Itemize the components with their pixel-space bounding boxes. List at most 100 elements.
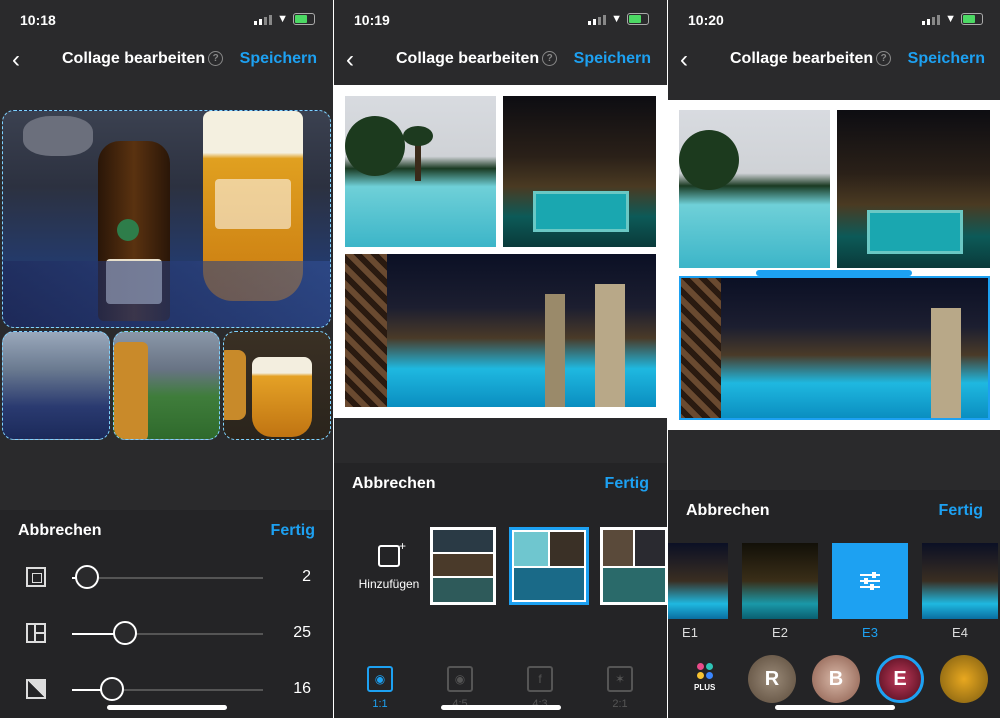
corner-value: 16 bbox=[293, 680, 311, 697]
nav-bar: ‹ Collage bearbeiten? Speichern bbox=[668, 40, 1000, 84]
layout-border-icon bbox=[26, 567, 46, 587]
collage-photo-pool-night[interactable] bbox=[837, 110, 990, 268]
back-chevron-icon[interactable]: ‹ bbox=[12, 46, 20, 74]
layout-spacing-icon bbox=[26, 623, 46, 643]
filter-label-e4: E4 bbox=[952, 625, 968, 640]
preset-b[interactable]: B bbox=[812, 655, 860, 703]
filter-strip: E1 E2 E3 E4 bbox=[668, 543, 1000, 643]
status-time: 10:18 bbox=[20, 12, 56, 28]
spacing-slider-track[interactable] bbox=[72, 621, 263, 645]
action-bar: Abbrechen Fertig bbox=[334, 463, 667, 503]
border-slider-knob[interactable] bbox=[75, 565, 100, 589]
collage-photo-pitch[interactable] bbox=[113, 331, 220, 440]
page-title: Collage bearbeiten? bbox=[62, 50, 224, 68]
layout-thumbnail[interactable] bbox=[600, 527, 667, 605]
tab-1-1[interactable]: ◉ 1:1 bbox=[350, 650, 410, 710]
corner-radius-icon bbox=[26, 679, 46, 699]
battery-icon bbox=[961, 13, 983, 25]
filter-thumb-e1[interactable] bbox=[668, 543, 728, 619]
wifi-icon: ▼ bbox=[945, 13, 956, 25]
filter-thumb-e3-selected[interactable] bbox=[832, 543, 908, 619]
spacing-value: 25 bbox=[293, 624, 311, 641]
add-layout-button[interactable]: + Hinzufügen bbox=[344, 539, 434, 593]
screen-collage-filters: 10:20 ▼ ‹ Collage bearbeiten? Speichern … bbox=[668, 0, 1000, 718]
back-chevron-icon[interactable]: ‹ bbox=[346, 46, 354, 74]
tab-4-3[interactable]: f 4:3 bbox=[510, 650, 570, 710]
nav-bar: ‹ Collage bearbeiten? Speichern bbox=[0, 40, 333, 84]
collage-photo-pool-day[interactable] bbox=[679, 110, 830, 268]
collage-canvas bbox=[668, 100, 1000, 430]
signal-icon bbox=[588, 15, 607, 25]
status-time: 10:19 bbox=[354, 12, 390, 28]
layout-strip: + Hinzufügen bbox=[334, 500, 667, 640]
layout-thumbnail[interactable] bbox=[430, 527, 496, 605]
collage-photo-pool-day[interactable] bbox=[345, 96, 496, 247]
collage-photo-pool-night[interactable] bbox=[503, 96, 656, 247]
add-layout-label: Hinzufügen bbox=[358, 577, 420, 591]
border-slider-track[interactable] bbox=[72, 565, 263, 589]
help-icon[interactable]: ? bbox=[876, 51, 892, 67]
status-icons: ▼ bbox=[254, 13, 315, 25]
save-button[interactable]: Speichern bbox=[908, 50, 985, 68]
facebook-icon: f bbox=[527, 666, 553, 692]
collage-photo-pool-wide[interactable] bbox=[345, 254, 656, 407]
status-icons: ▼ bbox=[922, 13, 983, 25]
screen-collage-borders: 10:18 ▼ ‹ Collage bearbeiten? Speichern bbox=[0, 0, 333, 718]
done-button[interactable]: Fertig bbox=[939, 502, 983, 520]
collage-photo-beer[interactable] bbox=[2, 110, 331, 328]
cancel-button[interactable]: Abbrechen bbox=[352, 475, 436, 493]
collage-photo-stadium[interactable] bbox=[2, 331, 110, 440]
wifi-icon: ▼ bbox=[611, 13, 622, 25]
slider-row-spacing: 25 bbox=[0, 614, 333, 654]
instagram-icon: ◉ bbox=[447, 666, 473, 692]
spacing-slider-knob[interactable] bbox=[113, 621, 138, 645]
battery-icon bbox=[627, 13, 649, 25]
home-indicator bbox=[774, 705, 895, 710]
preset-row: PLUS R B E bbox=[668, 655, 1000, 705]
save-button[interactable]: Speichern bbox=[240, 50, 317, 68]
status-time: 10:20 bbox=[688, 12, 724, 28]
slider-panel: 2 25 16 bbox=[0, 550, 333, 718]
tab-4-5[interactable]: ◉ 4:5 bbox=[430, 650, 490, 710]
page-title: Collage bearbeiten? bbox=[396, 50, 558, 68]
plus-label: PLUS bbox=[694, 683, 716, 692]
slider-row-border: 2 bbox=[0, 558, 333, 598]
filter-label-e3: E3 bbox=[862, 625, 878, 640]
done-button[interactable]: Fertig bbox=[605, 475, 649, 493]
help-icon[interactable]: ? bbox=[542, 51, 558, 67]
save-button[interactable]: Speichern bbox=[574, 50, 651, 68]
border-value: 2 bbox=[302, 568, 311, 585]
wifi-icon: ▼ bbox=[277, 13, 288, 25]
collage-canvas bbox=[0, 108, 333, 442]
filter-label-e2: E2 bbox=[772, 625, 788, 640]
collage-photo-pool-wide-selected[interactable] bbox=[679, 276, 990, 420]
cancel-button[interactable]: Abbrechen bbox=[18, 522, 102, 540]
page-title: Collage bearbeiten? bbox=[730, 50, 892, 68]
add-photo-icon: + bbox=[378, 539, 406, 567]
tab-2-1[interactable]: ✶ 2:1 bbox=[590, 650, 650, 710]
corner-slider-track[interactable] bbox=[72, 677, 263, 701]
status-bar: 10:19 ▼ bbox=[334, 0, 667, 40]
home-indicator bbox=[440, 705, 561, 710]
filter-thumb-e2[interactable] bbox=[742, 543, 818, 619]
signal-icon bbox=[922, 15, 941, 25]
filter-thumb-e4[interactable] bbox=[922, 543, 998, 619]
layout-thumbnail-selected[interactable] bbox=[509, 527, 589, 605]
back-chevron-icon[interactable]: ‹ bbox=[680, 46, 688, 74]
help-icon[interactable]: ? bbox=[208, 51, 224, 67]
preset-r[interactable]: R bbox=[748, 655, 796, 703]
battery-icon bbox=[293, 13, 315, 25]
adjust-sliders-icon bbox=[860, 571, 880, 591]
preset-e-selected[interactable]: E bbox=[876, 655, 924, 703]
action-bar: Abbrechen Fertig bbox=[0, 510, 333, 550]
cancel-button[interactable]: Abbrechen bbox=[686, 502, 770, 520]
plus-badge[interactable]: PLUS bbox=[694, 663, 724, 697]
screen-collage-layout: 10:19 ▼ ‹ Collage bearbeiten? Speichern … bbox=[334, 0, 667, 718]
preset-thumbnail[interactable] bbox=[940, 655, 988, 703]
corner-slider-knob[interactable] bbox=[100, 677, 125, 701]
signal-icon bbox=[254, 15, 273, 25]
collage-photo-glasses[interactable] bbox=[223, 331, 331, 440]
done-button[interactable]: Fertig bbox=[271, 522, 315, 540]
status-bar: 10:18 ▼ bbox=[0, 0, 333, 40]
twitter-icon: ✶ bbox=[607, 666, 633, 692]
